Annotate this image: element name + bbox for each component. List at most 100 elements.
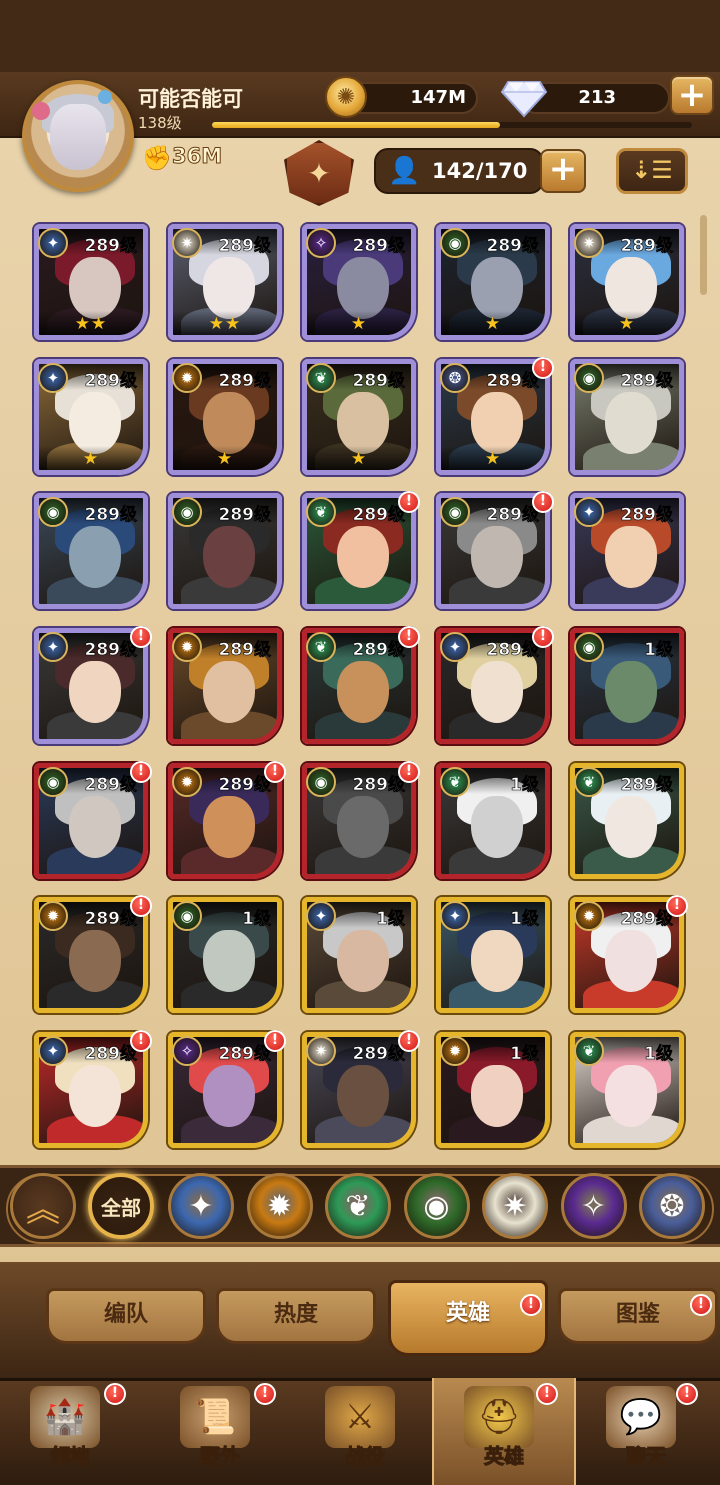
- hero-level: 289级: [620, 775, 673, 796]
- hero-stars: ★: [441, 446, 545, 470]
- alert-badge-icon: !: [104, 1383, 126, 1405]
- lightbearer-faction-icon: ✦: [38, 228, 68, 258]
- alert-badge-icon: !: [398, 761, 420, 783]
- filter-mauler-icon[interactable]: ✹: [246, 1173, 313, 1239]
- hero-level: 289级: [84, 640, 137, 661]
- hero-level: 289级: [486, 236, 539, 257]
- celestial-faction-icon: ✷: [306, 1036, 336, 1066]
- hero-level: 289级: [620, 909, 673, 930]
- hero-face: [203, 661, 255, 723]
- alert-badge-icon: !: [536, 1383, 558, 1405]
- hero-level: 1级: [376, 909, 405, 930]
- mauler-faction-icon: ✹: [172, 363, 202, 393]
- scrollbar[interactable]: [700, 215, 707, 295]
- hero-face: [69, 526, 121, 588]
- nav-label: 战役: [345, 1444, 386, 1469]
- hero-face: [471, 796, 523, 858]
- xp-bar-fill: [212, 122, 500, 128]
- hero-level: 289级: [84, 505, 137, 526]
- hypogean-faction-icon: ✧: [172, 1036, 202, 1066]
- player-avatar[interactable]: [22, 80, 134, 192]
- alert-badge-icon: !: [398, 626, 420, 648]
- buy-diamonds-button[interactable]: +: [670, 75, 714, 115]
- roster-count: 142/170: [432, 159, 528, 183]
- lightbearer-faction-icon: ✦: [440, 632, 470, 662]
- hero-face: [471, 661, 523, 723]
- hero-level: 1级: [510, 909, 539, 930]
- filter-wilder-icon[interactable]: ❦: [325, 1173, 391, 1239]
- lightbearer-faction-icon: ✦: [440, 901, 470, 931]
- hero-face: [605, 392, 657, 454]
- avatar-flower-icon: [32, 102, 50, 120]
- hero-level: 289级: [620, 505, 673, 526]
- alert-badge-icon: !: [398, 1030, 420, 1052]
- alert-badge-icon: !: [676, 1383, 698, 1405]
- player-name: 可能否能可: [138, 87, 243, 111]
- hero-face: [69, 930, 121, 992]
- nav-label: 英雄: [484, 1444, 525, 1469]
- lightbearer-faction-icon: ✦: [306, 901, 336, 931]
- filter-celestial-icon[interactable]: ✷: [482, 1173, 548, 1239]
- alert-badge-icon: !: [130, 895, 152, 917]
- graveborn-faction-icon: ◉: [172, 497, 202, 527]
- hero-level: 289级: [84, 775, 137, 796]
- hero-face: [471, 1065, 523, 1127]
- graveborn-faction-icon: ◉: [172, 901, 202, 931]
- collapse-up-icon[interactable]: ︽: [10, 1173, 76, 1239]
- celestial-faction-icon: ✷: [574, 228, 604, 258]
- subtab-1[interactable]: 热度: [216, 1288, 376, 1344]
- mauler-faction-icon: ✹: [172, 767, 202, 797]
- hero-level: 289级: [352, 1044, 405, 1065]
- filter-dimensional-icon[interactable]: ❂: [639, 1173, 705, 1239]
- filter-all-button[interactable]: 全部: [88, 1173, 154, 1239]
- hero-face: [605, 257, 657, 319]
- subtab-0[interactable]: 编队: [46, 1288, 206, 1344]
- alert-badge-icon: !: [666, 895, 688, 917]
- xp-bar: [212, 122, 692, 128]
- sword-shield-icon: ⚔: [325, 1386, 395, 1448]
- hero-face: [471, 257, 523, 319]
- hero-face: [337, 930, 389, 992]
- power-value: 36M: [171, 144, 223, 169]
- user-icon: 👤: [388, 156, 421, 186]
- hero-level: 289级: [84, 1044, 137, 1065]
- hero-level: 289级: [486, 640, 539, 661]
- castle-icon: 🏰: [30, 1386, 100, 1448]
- celestial-faction-icon: ✷: [172, 228, 202, 258]
- hero-face: [471, 930, 523, 992]
- power-fist-icon: ✊: [142, 144, 172, 172]
- hero-face: [605, 796, 657, 858]
- mauler-faction-icon: ✹: [574, 901, 604, 931]
- hero-stars: ★: [441, 311, 545, 335]
- hero-face: [605, 661, 657, 723]
- hero-face: [337, 257, 389, 319]
- sort-button[interactable]: ⇣☰: [616, 148, 688, 194]
- alert-badge-icon: !: [690, 1294, 712, 1316]
- filter-graveborn-icon[interactable]: ◉: [403, 1173, 470, 1239]
- hero-level: 289级: [352, 371, 405, 392]
- avatar-face: [50, 104, 106, 170]
- hero-level: 1级: [644, 1044, 673, 1065]
- hero-level: 289级: [352, 236, 405, 257]
- hero-face: [337, 796, 389, 858]
- wilder-faction-icon: ❦: [574, 767, 604, 797]
- hero-level: 289级: [218, 640, 271, 661]
- nav-sword-shield[interactable]: ⚔ 战役: [295, 1378, 435, 1485]
- filter-lightbearer-icon[interactable]: ✦: [168, 1173, 234, 1239]
- nav-label: 聊天: [626, 1444, 667, 1469]
- hero-face: [337, 661, 389, 723]
- hero-level: 1级: [510, 775, 539, 796]
- chat-bubble-icon: 💬: [606, 1386, 676, 1448]
- filter-hypogean-icon[interactable]: ✧: [560, 1173, 627, 1239]
- subtab-2[interactable]: 英雄: [388, 1280, 548, 1356]
- hero-level: 289级: [352, 505, 405, 526]
- expand-roster-button[interactable]: +: [540, 149, 586, 193]
- hero-face: [69, 796, 121, 858]
- hero-face: [337, 526, 389, 588]
- alert-badge-icon: !: [264, 761, 286, 783]
- status-bar-area: [0, 0, 720, 75]
- hero-level: 289级: [84, 236, 137, 257]
- lightbearer-faction-icon: ✦: [38, 1036, 68, 1066]
- hero-stars: ★: [307, 311, 411, 335]
- helmet-icon: ⛑: [464, 1386, 534, 1448]
